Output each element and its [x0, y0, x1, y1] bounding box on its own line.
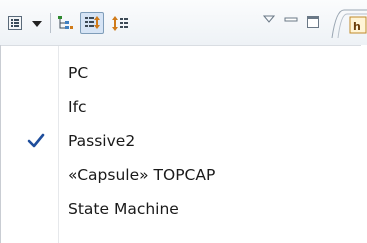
- menu-item-label: PC: [68, 64, 89, 82]
- view-dropdown-menu: PC Ifc Passive2 «Capsule» TOPCAP State M…: [0, 45, 361, 243]
- minimize-icon[interactable]: [283, 14, 299, 26]
- svg-text:h: h: [353, 20, 361, 33]
- menu-item-capsule-topcap[interactable]: «Capsule» TOPCAP: [1, 158, 361, 192]
- view-toolbar: h: [0, 0, 367, 45]
- hierarchy-icon[interactable]: [56, 14, 74, 32]
- checkmark-icon: [27, 133, 45, 153]
- view-menu-icon[interactable]: [6, 14, 24, 32]
- sort-order-icon[interactable]: [110, 14, 130, 32]
- menu-item-pc[interactable]: PC: [1, 56, 361, 90]
- menu-item-label: Passive2: [68, 132, 136, 150]
- editor-tab-icon[interactable]: h: [330, 8, 367, 38]
- menu-item-ifc[interactable]: Ifc: [1, 90, 361, 124]
- menu-item-passive2[interactable]: Passive2: [1, 124, 361, 158]
- menu-item-state-machine[interactable]: State Machine: [1, 192, 361, 226]
- toolbar-separator: [50, 13, 51, 33]
- maximize-icon[interactable]: [305, 14, 321, 30]
- sort-expand-icon[interactable]: [80, 12, 104, 34]
- dropdown-arrow-icon[interactable]: [31, 19, 43, 29]
- menu-item-label: Ifc: [68, 98, 87, 116]
- minimize-arrow-icon[interactable]: [262, 13, 276, 25]
- menu-item-label: State Machine: [68, 200, 179, 218]
- menu-item-label: «Capsule» TOPCAP: [68, 166, 216, 184]
